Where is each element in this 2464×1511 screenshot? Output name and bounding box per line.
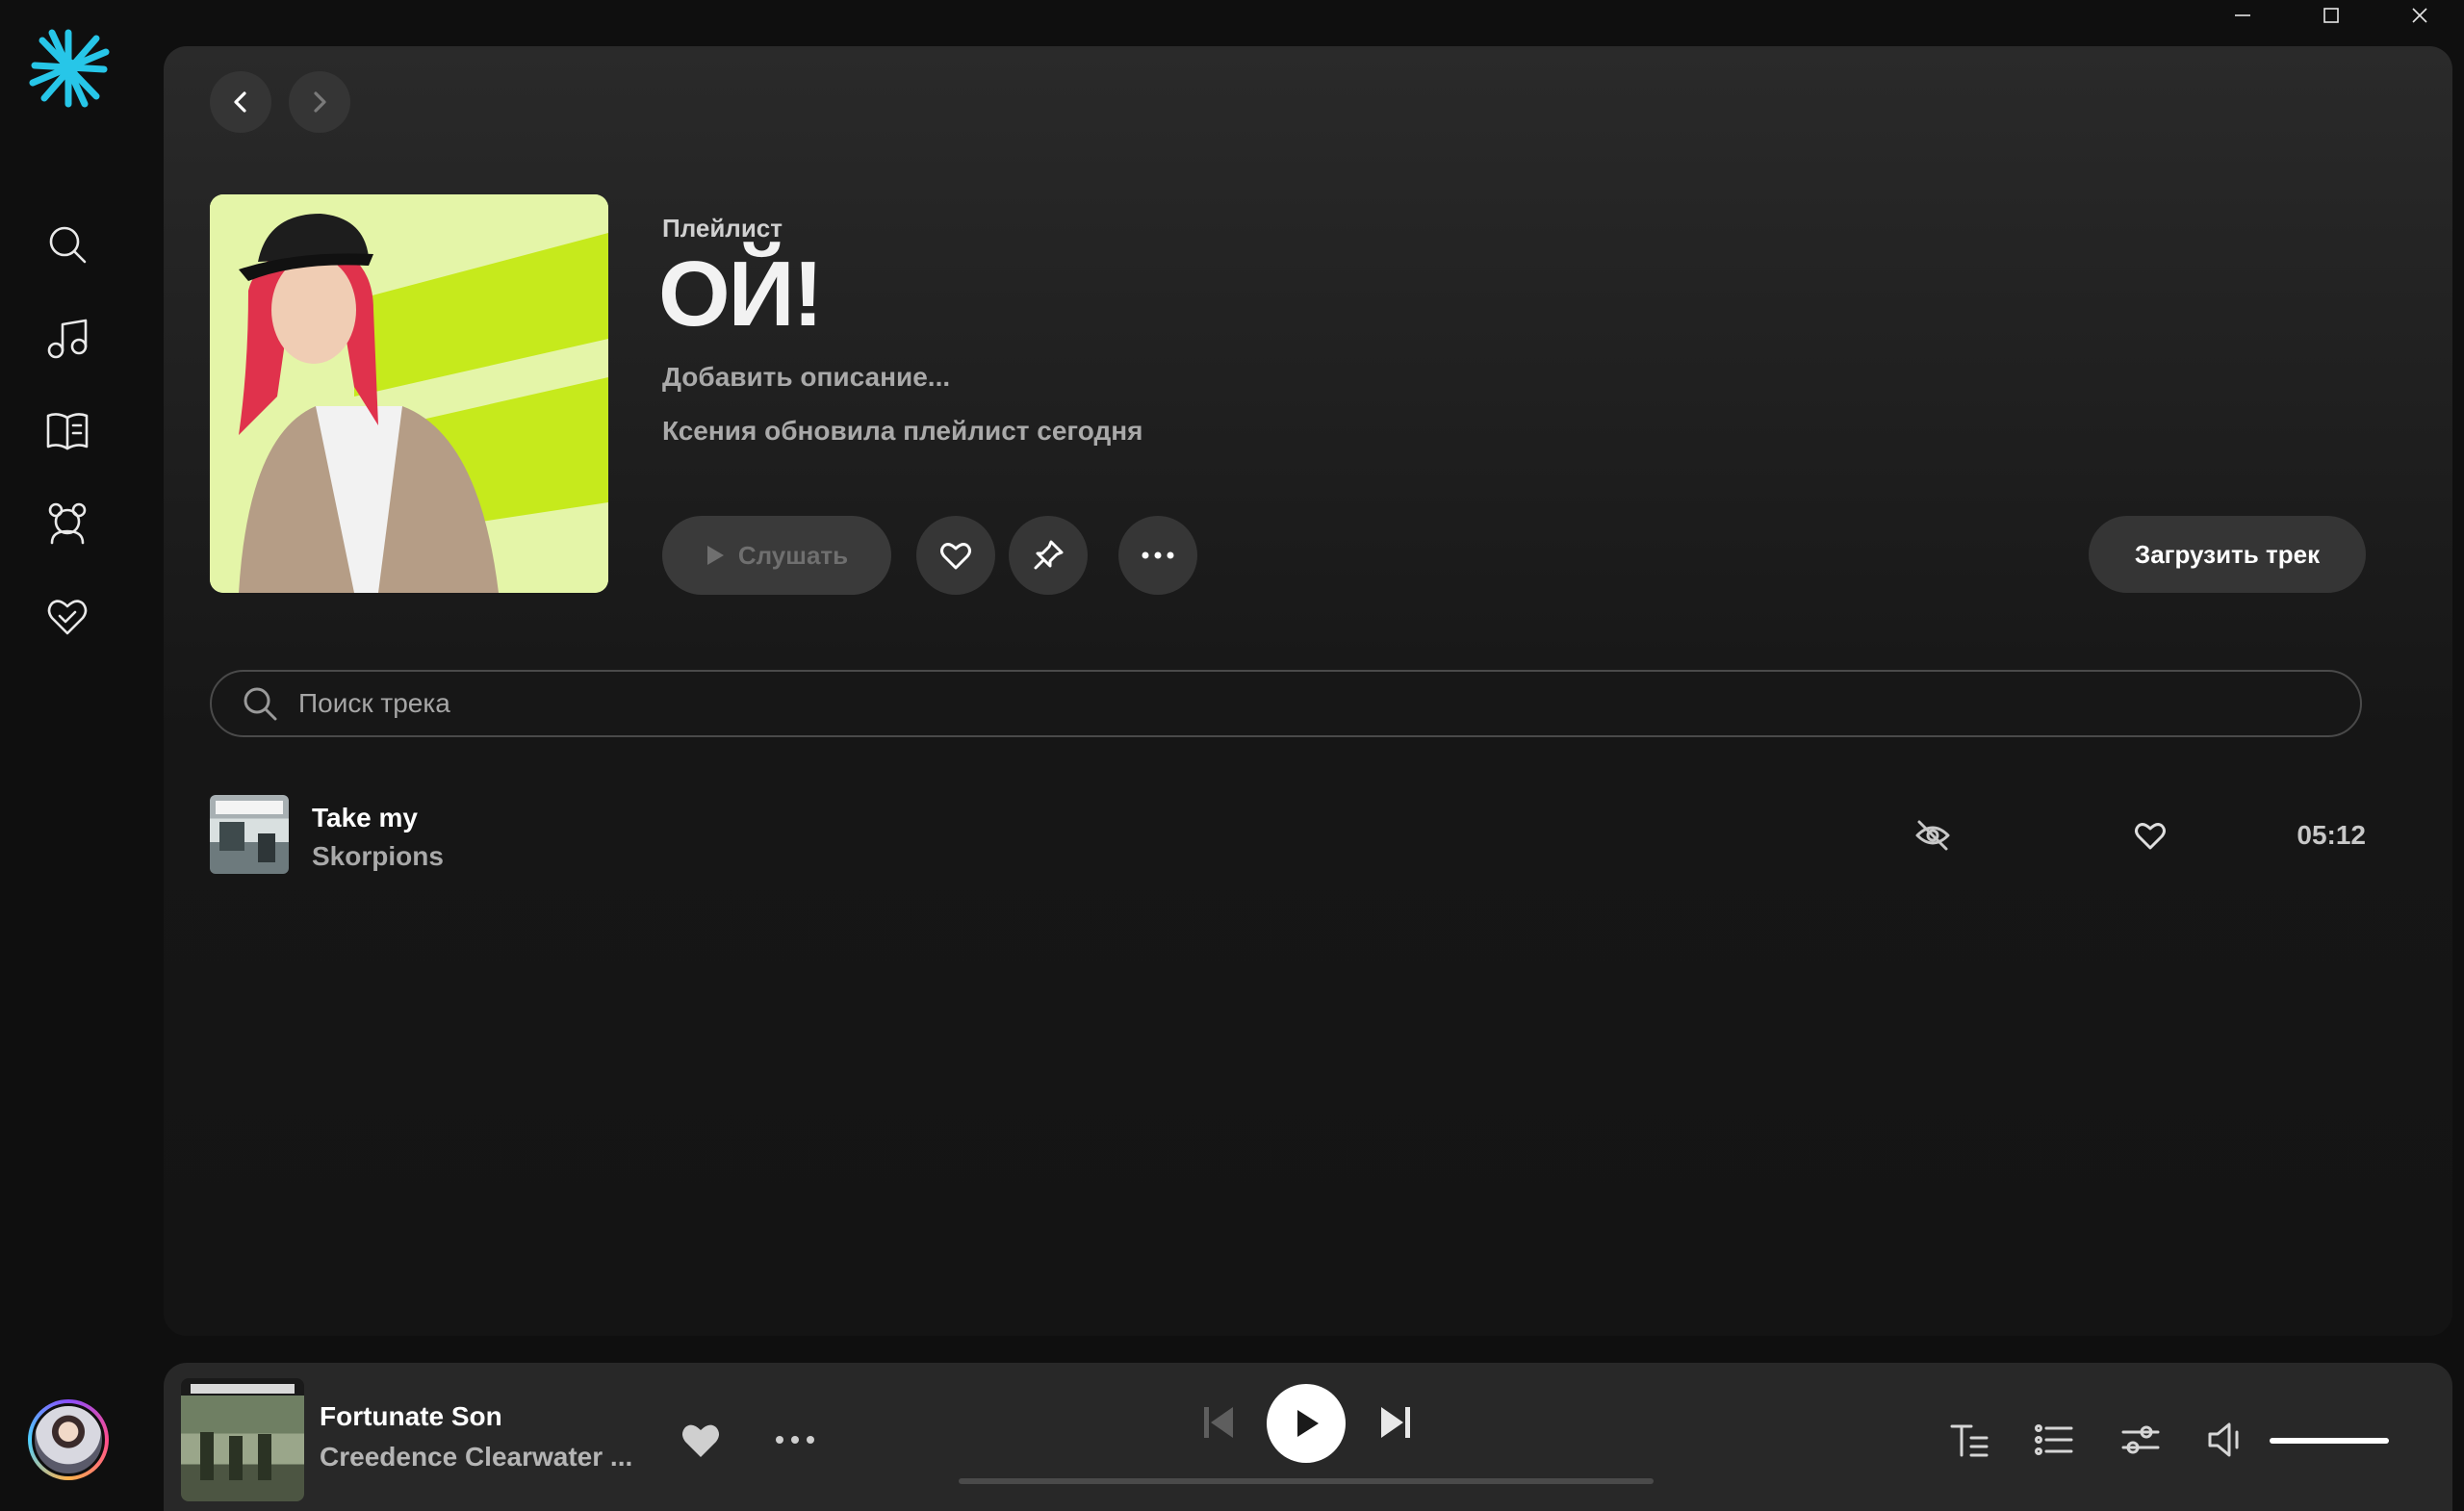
pin-icon (1034, 540, 1064, 570)
volume-button[interactable] (2200, 1415, 2250, 1465)
play-icon (706, 546, 724, 565)
play-button[interactable] (1267, 1384, 1346, 1463)
maximize-icon (2323, 8, 2339, 23)
now-playing-title[interactable]: Fortunate Son (320, 1401, 502, 1432)
playlist-updated-text: Ксения обновила плейлист сегодня (662, 416, 1143, 446)
close-button[interactable] (2375, 0, 2464, 31)
music-note-icon (47, 319, 88, 359)
sliders-icon (2121, 1425, 2160, 1454)
queue-button[interactable] (2029, 1415, 2079, 1465)
volume-fill (2270, 1438, 2389, 1444)
speaker-icon (2208, 1422, 2239, 1457)
like-track-button[interactable] (2129, 814, 2171, 857)
close-icon (2412, 8, 2427, 23)
sidebar (0, 0, 135, 1511)
forward-button[interactable] (289, 71, 350, 133)
play-icon (1297, 1410, 1319, 1437)
playlist-cover (210, 194, 608, 593)
volume-slider[interactable] (2270, 1438, 2389, 1444)
sidebar-item-library[interactable] (38, 402, 96, 460)
hide-track-button[interactable] (1912, 814, 1954, 857)
like-current-button[interactable] (678, 1417, 724, 1463)
more-options-button[interactable] (1118, 516, 1197, 595)
sidebar-item-kids[interactable] (38, 495, 96, 552)
skip-back-icon (1204, 1407, 1233, 1438)
upload-track-button[interactable]: Загрузить трек (2089, 516, 2366, 593)
eye-off-icon (1915, 820, 1950, 851)
sidebar-item-music[interactable] (38, 310, 96, 368)
listen-button[interactable]: Слушать (662, 516, 891, 595)
heart-filled-icon (682, 1424, 719, 1457)
avatar[interactable] (28, 1399, 109, 1480)
chevron-right-icon (314, 91, 326, 113)
maximize-button[interactable] (2287, 0, 2375, 31)
previous-track-button[interactable] (1195, 1399, 1242, 1446)
heart-icon (2135, 823, 2166, 850)
more-dots-icon (1142, 551, 1174, 559)
back-button[interactable] (210, 71, 271, 133)
heart-check-icon (47, 600, 88, 635)
list-icon (2035, 1424, 2073, 1455)
listen-label: Слушать (737, 540, 849, 570)
page-title: ОЙ! (658, 243, 824, 346)
avatar-image (32, 1403, 105, 1476)
player-bar: Fortunate Son Creedence Clearwater ... (164, 1363, 2452, 1511)
search-input[interactable] (298, 672, 2360, 735)
track-title[interactable]: Take my (312, 803, 418, 833)
track-search (210, 670, 2362, 737)
lyrics-icon (1950, 1424, 1989, 1457)
book-list-icon (46, 413, 89, 450)
window-controls (2198, 0, 2464, 31)
main-panel: Плейлист ОЙ! Добавить описание... Ксения… (164, 46, 2452, 1336)
app-window: Плейлист ОЙ! Добавить описание... Ксения… (0, 0, 2464, 1511)
skip-forward-icon (1381, 1407, 1410, 1438)
next-track-button[interactable] (1373, 1399, 1419, 1446)
track-artist[interactable]: Skorpions (312, 841, 444, 872)
add-description-link[interactable]: Добавить описание... (662, 362, 950, 393)
pin-button[interactable] (1009, 516, 1088, 595)
heart-icon (940, 543, 971, 570)
sidebar-item-search[interactable] (38, 216, 96, 273)
search-icon (241, 684, 279, 723)
player-more-button[interactable] (772, 1417, 818, 1463)
now-playing-artist[interactable]: Creedence Clearwater ... (320, 1442, 632, 1473)
minimize-button[interactable] (2198, 0, 2287, 31)
chevron-left-icon (234, 91, 246, 113)
like-playlist-button[interactable] (916, 516, 995, 595)
table-row[interactable]: Take my Skorpions 05:12 (210, 795, 2366, 882)
bear-icon (48, 502, 87, 545)
playlist-type-label: Плейлист (662, 214, 783, 243)
minimize-icon (2235, 14, 2250, 16)
more-dots-icon (776, 1436, 814, 1444)
search-icon (49, 226, 87, 264)
sidebar-item-favorites[interactable] (38, 587, 96, 645)
track-cover (210, 795, 289, 874)
starburst-logo-icon[interactable] (27, 27, 110, 110)
track-duration: 05:12 (2297, 820, 2366, 850)
progress-bar[interactable] (959, 1478, 1654, 1484)
now-playing-cover[interactable] (181, 1378, 304, 1501)
lyrics-button[interactable] (1944, 1415, 1994, 1465)
equalizer-button[interactable] (2116, 1415, 2166, 1465)
